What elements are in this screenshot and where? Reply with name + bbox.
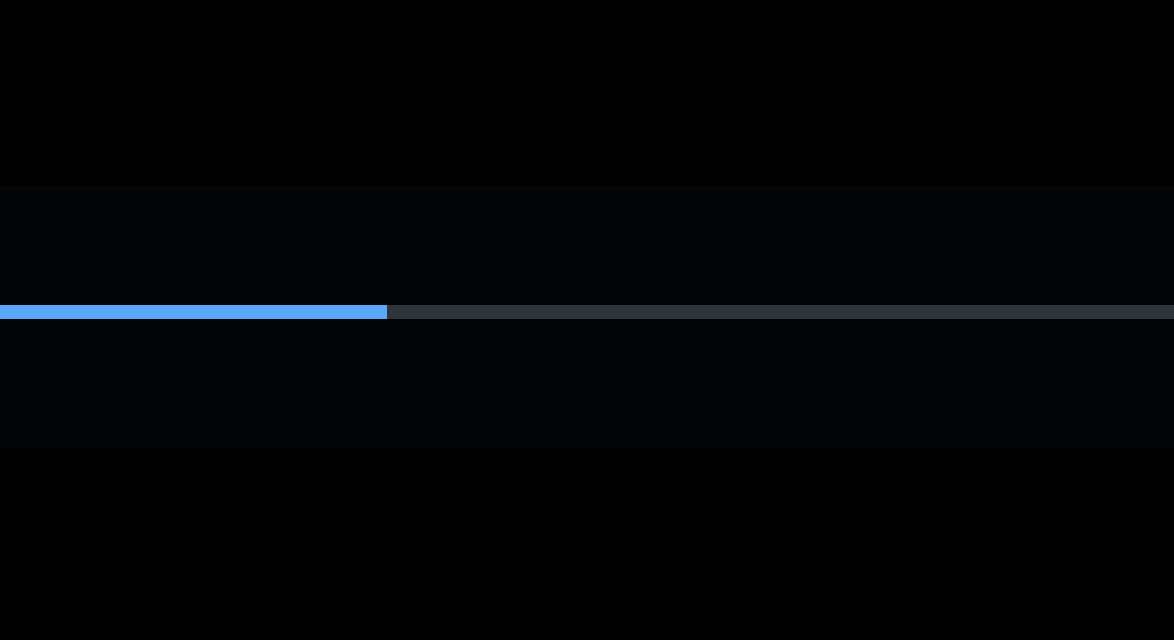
progress-bar-fill (0, 305, 387, 319)
